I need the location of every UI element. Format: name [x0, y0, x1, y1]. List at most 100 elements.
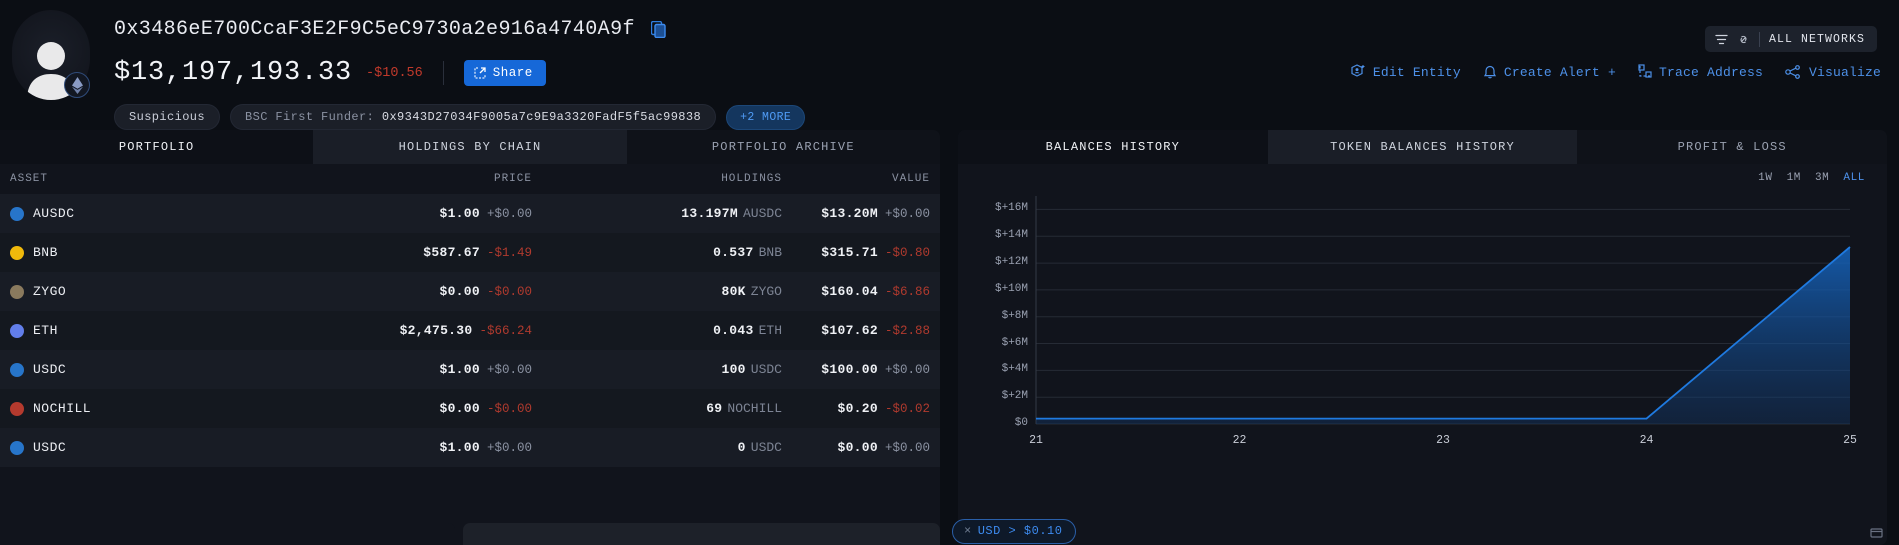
chart-tabs: BALANCES HISTORY TOKEN BALANCES HISTORY …	[958, 130, 1887, 164]
x-axis-tick-label: 24	[1639, 434, 1654, 447]
sandbox-icon	[1870, 526, 1883, 543]
status-badge-suspicious: Suspicious	[114, 104, 221, 130]
portfolio-table-body: AUSDC $1.00 +$0.00 13.197M AUSDC $13.20M +$0.0…	[0, 194, 940, 467]
tab-holdings-by-chain[interactable]: HOLDINGS BY CHAIN	[313, 130, 627, 164]
range-1w[interactable]: 1W	[1758, 172, 1772, 184]
cell-asset: NOCHILL	[0, 401, 300, 416]
cell-asset: USDC	[0, 362, 300, 377]
table-header-row: ASSET PRICE HOLDINGS VALUE	[0, 164, 940, 194]
asset-symbol: BNB	[33, 245, 58, 260]
holdings-value: 100	[721, 362, 746, 377]
y-axis-tick-label: $+2M	[1001, 390, 1028, 403]
table-row[interactable]: USDC $1.00 +$0.00 100 USDC $100.00 +$0.00	[0, 350, 940, 389]
cell-value: $13.20M +$0.00	[790, 206, 940, 221]
price-value: $0.00	[439, 401, 480, 416]
column-header-holdings: HOLDINGS	[721, 173, 782, 185]
cell-holdings: 69 NOCHILL	[540, 401, 790, 416]
graph-icon	[1785, 65, 1800, 79]
column-header-price: PRICE	[493, 173, 532, 185]
ethereum-icon	[71, 76, 83, 94]
page-header: 0x3486eE700CcaF3E2F9C5eC9730a2e916a4740A…	[0, 0, 1899, 130]
cell-holdings: 100 USDC	[540, 362, 790, 377]
bell-icon	[1483, 65, 1497, 79]
balance-delta: -$10.56	[366, 65, 423, 81]
table-row[interactable]: BNB $587.67 -$1.49 0.537 BNB $315.71 -$0.80	[0, 233, 940, 272]
cell-holdings: 80K ZYGO	[540, 284, 790, 299]
holdings-unit: BNB	[758, 245, 782, 260]
value-delta: -$2.88	[884, 324, 930, 338]
portfolio-panel: PORTFOLIO HOLDINGS BY CHAIN PORTFOLIO AR…	[0, 130, 940, 545]
table-row[interactable]: ETH $2,475.30 -$66.24 0.043 ETH $107.62 -$2.88	[0, 311, 940, 350]
y-axis-tick-label: $+4M	[1001, 363, 1028, 376]
price-delta: +$0.00	[486, 363, 532, 377]
range-3m[interactable]: 3M	[1815, 172, 1829, 184]
price-value: $587.67	[423, 245, 480, 260]
holdings-unit: ETH	[758, 323, 782, 338]
cell-asset: BNB	[0, 245, 300, 260]
holdings-unit: AUSDC	[742, 206, 782, 221]
token-icon	[10, 323, 24, 338]
cell-value: $315.71 -$0.80	[790, 245, 940, 260]
asset-symbol: ZYGO	[33, 284, 67, 299]
cell-value: $160.04 -$6.86	[790, 284, 940, 299]
cell-holdings: 0.043 ETH	[540, 323, 790, 338]
token-icon	[10, 245, 24, 260]
table-row[interactable]: ZYGO $0.00 -$0.00 80K ZYGO $160.04 -$6.86	[0, 272, 940, 311]
holdings-unit: ZYGO	[750, 284, 782, 299]
price-delta: -$1.49	[486, 246, 532, 260]
edit-entity-button[interactable]: Edit Entity	[1351, 64, 1461, 80]
price-delta: -$66.24	[479, 324, 532, 338]
share-label: Share	[492, 66, 533, 80]
y-axis-tick-label: $+8M	[1001, 309, 1028, 322]
value-delta: -$0.02	[884, 402, 930, 416]
edit-entity-icon	[1351, 64, 1365, 77]
asset-symbol: USDC	[33, 362, 67, 377]
column-header-value: VALUE	[891, 173, 930, 185]
x-axis-tick-label: 22	[1232, 434, 1247, 447]
trace-address-button[interactable]: Trace Address	[1638, 64, 1763, 80]
visualize-button[interactable]: Visualize	[1785, 64, 1881, 80]
cell-asset: AUSDC	[0, 206, 300, 221]
tab-balances-history[interactable]: BALANCES HISTORY	[958, 130, 1268, 164]
y-axis-tick-label: $+12M	[994, 256, 1028, 269]
table-row[interactable]: NOCHILL $0.00 -$0.00 69 NOCHILL $0.20 -$0.02	[0, 389, 940, 428]
range-1m[interactable]: 1M	[1787, 172, 1801, 184]
cell-holdings: 0.537 BNB	[540, 245, 790, 260]
range-all[interactable]: ALL	[1843, 172, 1865, 184]
network-selector[interactable]: ALL NETWORKS	[1704, 26, 1877, 52]
holdings-value: 69	[706, 401, 723, 416]
cell-holdings: 0 USDC	[540, 440, 790, 455]
cell-price: $2,475.30 -$66.24	[300, 323, 540, 338]
create-alert-button[interactable]: Create Alert +	[1483, 64, 1616, 80]
first-funder-label: BSC First Funder:	[245, 110, 375, 124]
tab-profit-and-loss[interactable]: PROFIT & LOSS	[1577, 130, 1887, 164]
price-value: $1.00	[439, 440, 480, 455]
holdings-unit: NOCHILL	[727, 401, 782, 416]
first-funder-address: 0x9343D27034F9005a7c9E9a3320FadF5f5ac998…	[381, 110, 702, 124]
share-button[interactable]: Share	[463, 60, 546, 86]
tab-portfolio[interactable]: PORTFOLIO	[0, 130, 314, 164]
divider	[1758, 31, 1760, 47]
price-delta: +$0.00	[486, 207, 532, 221]
price-value: $1.00	[439, 206, 480, 221]
copy-icon[interactable]	[650, 20, 666, 38]
divider	[442, 61, 444, 85]
price-value: $2,475.30	[399, 323, 473, 338]
filter-icon	[1715, 34, 1728, 44]
value-amount: $13.20M	[821, 206, 878, 221]
more-tags-button[interactable]: +2 MORE	[726, 104, 806, 130]
cell-price: $0.00 -$0.00	[300, 284, 540, 299]
table-row[interactable]: USDC $1.00 +$0.00 0 USDC $0.00 +$0.00	[0, 428, 940, 467]
header-actions: Edit Entity Create Alert + Trace Address	[1351, 64, 1881, 80]
tab-portfolio-archive[interactable]: PORTFOLIO ARCHIVE	[627, 130, 940, 164]
wallet-address: 0x3486eE700CcaF3E2F9C5eC9730a2e916a4740A…	[114, 17, 635, 41]
price-delta: +$0.00	[486, 441, 532, 455]
external-link-icon	[474, 67, 486, 79]
holdings-value: 0.537	[713, 245, 754, 260]
value-amount: $100.00	[821, 362, 878, 377]
tab-token-balances-history[interactable]: TOKEN BALANCES HISTORY	[1267, 130, 1578, 164]
link-icon	[1740, 35, 1747, 43]
cell-price: $1.00 +$0.00	[300, 206, 540, 221]
table-row[interactable]: AUSDC $1.00 +$0.00 13.197M AUSDC $13.20M +$0.0…	[0, 194, 940, 233]
value-amount: $160.04	[821, 284, 878, 299]
